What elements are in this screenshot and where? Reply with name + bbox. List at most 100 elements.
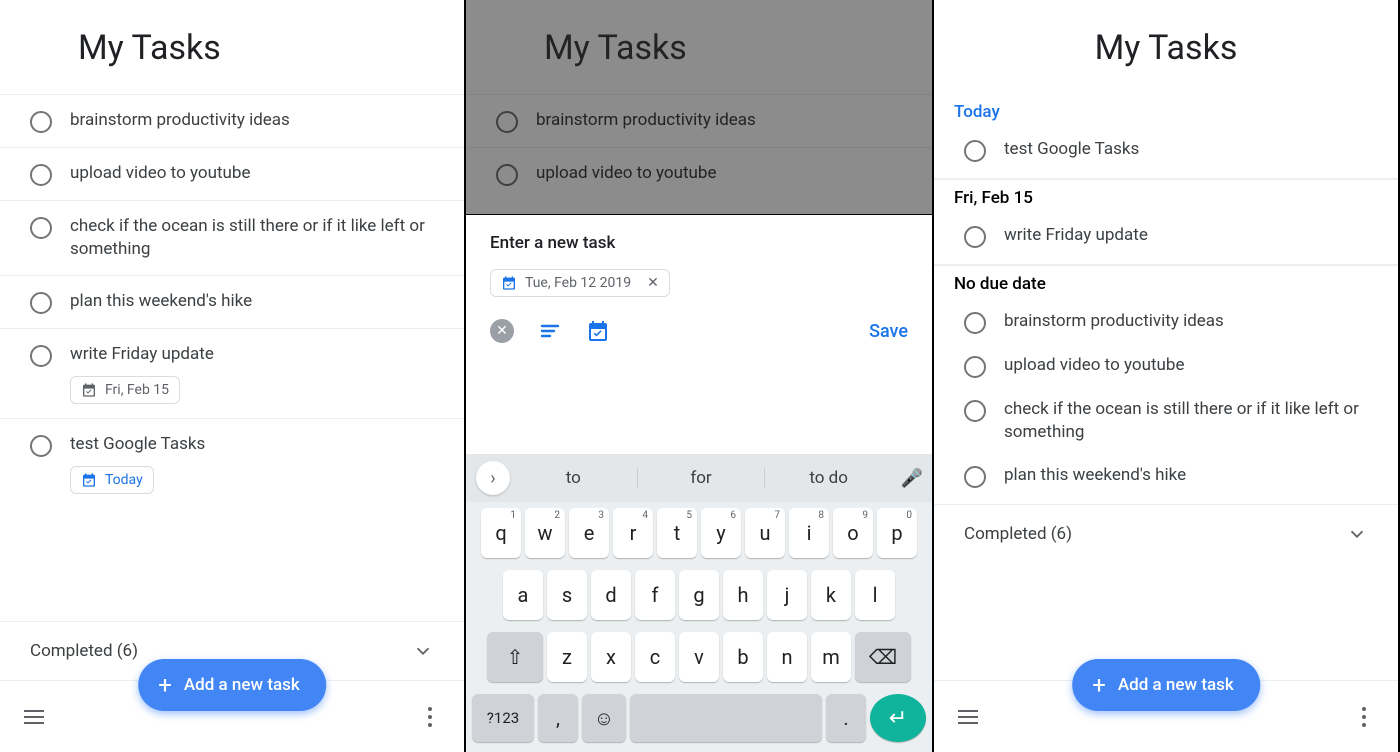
- add-task-button[interactable]: + Add a new task: [1072, 659, 1260, 711]
- key-j[interactable]: j: [767, 570, 807, 620]
- key-d[interactable]: d: [591, 570, 631, 620]
- task-row[interactable]: test Google Tasks Today: [0, 418, 464, 508]
- save-button[interactable]: Save: [869, 321, 908, 342]
- completed-label: Completed (6): [964, 524, 1072, 544]
- task-checkbox[interactable]: [30, 217, 52, 239]
- keyboard-suggestion[interactable]: for: [638, 468, 766, 488]
- task-row[interactable]: write Friday update: [934, 214, 1398, 258]
- keyboard-suggestion-bar: › toforto do 🎤: [466, 454, 932, 502]
- group-title: No due date: [934, 265, 1398, 300]
- key-g[interactable]: g: [679, 570, 719, 620]
- key-shift[interactable]: ⇧: [487, 632, 543, 682]
- task-row[interactable]: plan this weekend's hike: [934, 454, 1398, 498]
- task-row[interactable]: brainstorm productivity ideas: [934, 300, 1398, 344]
- menu-icon[interactable]: [20, 703, 48, 731]
- date-chip[interactable]: Tue, Feb 12 2019 ✕: [490, 269, 670, 297]
- task-checkbox[interactable]: [30, 111, 52, 133]
- key-r[interactable]: r4: [613, 508, 653, 558]
- task-row[interactable]: upload video to youtube: [934, 344, 1398, 388]
- calendar-icon[interactable]: [586, 319, 610, 343]
- task-checkbox[interactable]: [964, 356, 986, 378]
- chip-remove-icon[interactable]: ✕: [639, 275, 659, 291]
- task-checkbox[interactable]: [964, 400, 986, 422]
- task-row[interactable]: check if the ocean is still there or if …: [0, 200, 464, 275]
- keyboard-suggestion[interactable]: to do: [765, 468, 892, 488]
- task-checkbox[interactable]: [30, 345, 52, 367]
- key-i[interactable]: i8: [789, 508, 829, 558]
- key-o[interactable]: o9: [833, 508, 873, 558]
- task-text: check if the ocean is still there or if …: [70, 215, 444, 261]
- keyboard-row-2: asdfghjkl: [466, 564, 932, 626]
- overflow-menu-icon[interactable]: [416, 703, 444, 731]
- task-text: brainstorm productivity ideas: [1004, 310, 1378, 333]
- key-t[interactable]: t5: [657, 508, 697, 558]
- key-e[interactable]: e3: [569, 508, 609, 558]
- mic-icon[interactable]: 🎤: [892, 468, 932, 489]
- key-backspace[interactable]: ⌫: [855, 632, 911, 682]
- task-list: brainstorm productivity ideas upload vid…: [0, 94, 464, 508]
- key-period[interactable]: .: [826, 694, 866, 742]
- task-checkbox[interactable]: [964, 466, 986, 488]
- add-task-button[interactable]: + Add a new task: [138, 659, 326, 711]
- key-z[interactable]: z: [547, 632, 587, 682]
- screen-list-view: My Tasks brainstorm productivity ideas u…: [0, 0, 466, 752]
- add-task-label: Add a new task: [184, 675, 300, 695]
- key-c[interactable]: c: [635, 632, 675, 682]
- task-date-chip[interactable]: Fri, Feb 15: [70, 376, 180, 404]
- key-n[interactable]: n: [767, 632, 807, 682]
- task-row[interactable]: write Friday update Fri, Feb 15: [0, 328, 464, 418]
- task-checkbox[interactable]: [964, 226, 986, 248]
- task-group: Fri, Feb 15 write Friday update: [934, 178, 1398, 264]
- task-text: upload video to youtube: [70, 162, 444, 185]
- task-checkbox[interactable]: [964, 312, 986, 334]
- key-k[interactable]: k: [811, 570, 851, 620]
- key-f[interactable]: f: [635, 570, 675, 620]
- key-comma[interactable]: ,: [538, 694, 578, 742]
- task-checkbox[interactable]: [30, 164, 52, 186]
- task-row[interactable]: brainstorm productivity ideas: [0, 94, 464, 147]
- key-s[interactable]: s: [547, 570, 587, 620]
- key-space[interactable]: [630, 694, 822, 742]
- task-date-chip[interactable]: Today: [70, 466, 154, 494]
- key-emoji[interactable]: ☺: [582, 694, 626, 742]
- task-row[interactable]: plan this weekend's hike: [0, 275, 464, 328]
- task-row[interactable]: check if the ocean is still there or if …: [934, 388, 1398, 454]
- key-x[interactable]: x: [591, 632, 631, 682]
- key-a[interactable]: a: [503, 570, 543, 620]
- new-task-input[interactable]: Enter a new task: [490, 233, 908, 253]
- completed-section-toggle[interactable]: Completed (6): [934, 504, 1398, 563]
- calendar-check-icon: [501, 275, 517, 291]
- notes-icon[interactable]: [538, 319, 562, 343]
- key-h[interactable]: h: [723, 570, 763, 620]
- task-text: write Friday update: [70, 343, 444, 366]
- key-l[interactable]: l: [855, 570, 895, 620]
- task-checkbox[interactable]: [30, 292, 52, 314]
- task-text: upload video to youtube: [1004, 354, 1378, 377]
- key-enter[interactable]: ↵: [870, 694, 926, 742]
- key-v[interactable]: v: [679, 632, 719, 682]
- keyboard-expand-icon[interactable]: ›: [476, 461, 510, 495]
- date-chip-label: Tue, Feb 12 2019: [525, 275, 631, 291]
- key-m[interactable]: m: [811, 632, 851, 682]
- keyboard-row-3: ⇧zxcvbnm⌫: [466, 626, 932, 688]
- bottom-app-bar: + Add a new task: [934, 680, 1398, 752]
- key-u[interactable]: u7: [745, 508, 785, 558]
- task-checkbox[interactable]: [964, 140, 986, 162]
- task-row[interactable]: upload video to youtube: [0, 147, 464, 200]
- overflow-menu-icon[interactable]: [1350, 703, 1378, 731]
- key-q[interactable]: q1: [481, 508, 521, 558]
- key-p[interactable]: p0: [877, 508, 917, 558]
- clear-button[interactable]: ✕: [490, 319, 514, 343]
- keyboard-suggestions: toforto do: [510, 468, 892, 488]
- key-y[interactable]: y6: [701, 508, 741, 558]
- key-b[interactable]: b: [723, 632, 763, 682]
- key-symbols[interactable]: ?123: [472, 694, 534, 742]
- menu-icon[interactable]: [954, 703, 982, 731]
- keyboard-suggestion[interactable]: to: [510, 468, 638, 488]
- bottom-app-bar: + Add a new task: [0, 680, 464, 752]
- add-task-label: Add a new task: [1118, 675, 1234, 695]
- task-row[interactable]: test Google Tasks: [934, 128, 1398, 172]
- key-w[interactable]: w2: [525, 508, 565, 558]
- task-checkbox[interactable]: [30, 435, 52, 457]
- chevron-down-icon: [1346, 523, 1368, 545]
